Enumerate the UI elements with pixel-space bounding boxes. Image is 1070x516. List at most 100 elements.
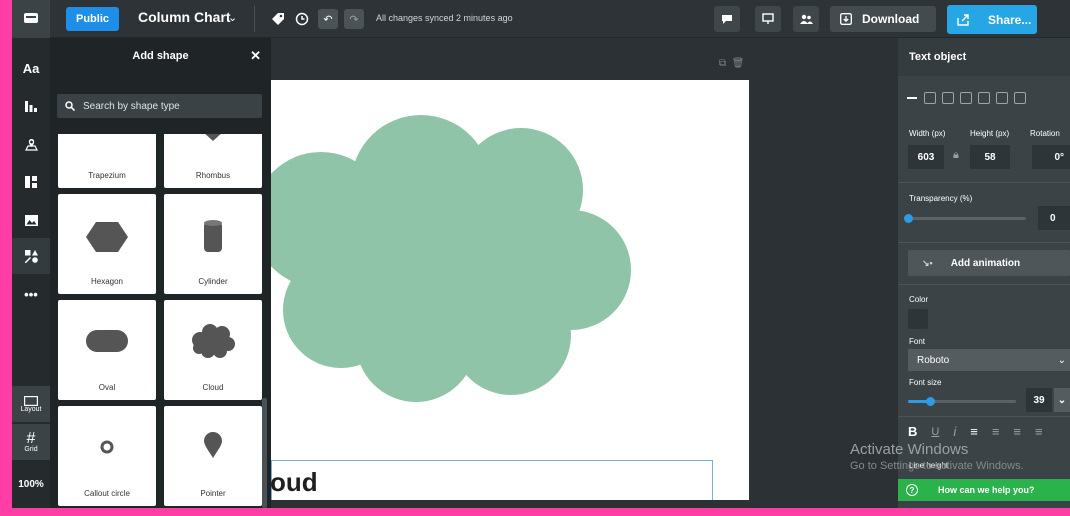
more-tools[interactable]: ••• bbox=[12, 276, 50, 312]
lock-icon[interactable]: 🔒︎ bbox=[953, 149, 959, 162]
search-placeholder: Search by shape type bbox=[83, 100, 180, 112]
comment-icon[interactable] bbox=[714, 6, 740, 32]
grid-toggle[interactable]: # Grid bbox=[12, 424, 50, 460]
align-right-icon[interactable] bbox=[960, 92, 972, 104]
history-icon[interactable] bbox=[292, 9, 312, 29]
divider bbox=[898, 182, 1070, 183]
trash-icon[interactable]: 🗑 bbox=[732, 58, 745, 69]
text-format-toolbar: B U i ≡ ≡ ≡ ≡ bbox=[908, 424, 1043, 439]
text-align-center-icon[interactable]: ≡ bbox=[992, 424, 1000, 439]
animation-icon: ↘• bbox=[922, 257, 933, 268]
text-align-right-icon[interactable]: ≡ bbox=[1013, 424, 1021, 439]
color-swatch[interactable] bbox=[908, 309, 928, 329]
app-window: Public Column Chart ⌄ ↶ ↷ All changes sy… bbox=[12, 0, 1070, 508]
rotation-field[interactable]: 0° bbox=[1032, 145, 1070, 169]
shape-label: Trapezium bbox=[88, 171, 126, 180]
shapes-tool[interactable] bbox=[12, 238, 50, 274]
shape-card-cloud[interactable]: Cloud bbox=[164, 300, 262, 400]
tag-icon[interactable] bbox=[268, 9, 288, 29]
text-align-left-icon[interactable]: ≡ bbox=[970, 424, 978, 439]
more-icon: ••• bbox=[24, 286, 38, 302]
present-icon[interactable] bbox=[755, 6, 781, 32]
font-label: Font bbox=[909, 337, 926, 346]
slider-knob[interactable] bbox=[904, 214, 913, 223]
text-justify-icon[interactable]: ≡ bbox=[1035, 424, 1043, 439]
share-icon bbox=[957, 13, 969, 26]
italic-icon[interactable]: i bbox=[953, 424, 956, 439]
duplicate-icon[interactable]: ⧉ bbox=[719, 58, 726, 69]
sync-status: All changes synced 2 minutes ago bbox=[376, 13, 513, 23]
shape-card-hexagon[interactable]: Hexagon bbox=[58, 194, 156, 294]
grid-toggle-label: Grid bbox=[24, 445, 38, 453]
panel-scrollbar[interactable] bbox=[262, 398, 267, 508]
public-button[interactable]: Public bbox=[66, 7, 120, 31]
font-size-label: Font size bbox=[909, 378, 942, 387]
collaborators-icon[interactable] bbox=[793, 6, 819, 32]
chart-tool[interactable] bbox=[12, 88, 50, 124]
font-size-slider[interactable] bbox=[908, 397, 1016, 406]
layout-toggle[interactable]: Layout bbox=[12, 386, 50, 422]
close-icon[interactable]: ✕ bbox=[250, 48, 261, 64]
height-field[interactable]: 58 bbox=[970, 145, 1010, 169]
slider-knob[interactable] bbox=[926, 397, 935, 406]
design-canvas[interactable]: oud bbox=[271, 80, 749, 500]
map-tool[interactable] bbox=[12, 126, 50, 162]
help-button[interactable]: ? How can we help you? bbox=[898, 479, 1070, 501]
shape-grid: Trapezium Rhombus Hexagon Cylinder Oval bbox=[50, 134, 271, 508]
width-field[interactable]: 603 bbox=[908, 145, 944, 169]
width-label: Width (px) bbox=[909, 129, 946, 138]
cloud-shape[interactable] bbox=[271, 80, 749, 500]
height-label: Height (px) bbox=[970, 129, 1010, 138]
text-tool[interactable]: Aa bbox=[12, 50, 50, 86]
align-bottom-icon[interactable] bbox=[1014, 92, 1026, 104]
zoom-level[interactable]: 100% bbox=[12, 466, 50, 502]
undo-icon[interactable]: ↶ bbox=[318, 9, 338, 29]
redo-icon[interactable]: ↷ bbox=[344, 9, 364, 29]
shape-card-callout-circle[interactable]: Callout circle bbox=[58, 406, 156, 506]
image-tool[interactable] bbox=[12, 202, 50, 238]
canvas-tools: ⧉ 🗑 bbox=[719, 58, 744, 69]
shape-card-oval[interactable]: Oval bbox=[58, 300, 156, 400]
activation-watermark-subtitle: Go to Settings to activate Windows. bbox=[850, 460, 1024, 472]
font-value: Roboto bbox=[917, 354, 950, 366]
font-size-field[interactable]: 39 bbox=[1026, 388, 1052, 412]
align-center-icon[interactable] bbox=[942, 92, 954, 104]
layers-icon[interactable] bbox=[906, 92, 918, 104]
font-select[interactable]: Roboto ⌄ bbox=[908, 349, 1070, 371]
chat-menu-icon[interactable] bbox=[12, 0, 50, 38]
shape-search-input[interactable]: Search by shape type bbox=[57, 94, 262, 118]
help-icon: ? bbox=[906, 484, 918, 496]
divider bbox=[898, 242, 1070, 243]
shape-card-pointer[interactable]: Pointer bbox=[164, 406, 262, 506]
shape-label: Pointer bbox=[200, 489, 226, 498]
layout-toggle-label: Layout bbox=[20, 405, 42, 413]
project-title[interactable]: Column Chart bbox=[138, 9, 231, 25]
align-middle-icon[interactable] bbox=[996, 92, 1008, 104]
chart-icon bbox=[25, 101, 37, 112]
align-left-icon[interactable] bbox=[924, 92, 936, 104]
layout-tool[interactable] bbox=[12, 164, 50, 200]
text-object[interactable]: oud bbox=[271, 460, 713, 500]
align-top-icon[interactable] bbox=[978, 92, 990, 104]
grid-icon: # bbox=[26, 429, 36, 447]
chevron-down-icon: ⌄ bbox=[1057, 354, 1066, 366]
underline-icon[interactable]: U bbox=[931, 426, 939, 438]
shape-card-rhombus[interactable]: Rhombus bbox=[164, 134, 262, 188]
shape-label: Hexagon bbox=[90, 277, 124, 286]
shape-label: Callout circle bbox=[84, 489, 130, 498]
add-animation-label: Add animation bbox=[950, 257, 1021, 269]
download-button[interactable]: Download bbox=[830, 6, 936, 32]
top-bar: Public Column Chart ⌄ ↶ ↷ All changes sy… bbox=[12, 0, 1070, 38]
chevron-down-icon: ⌄ bbox=[1057, 394, 1067, 406]
chevron-down-icon[interactable]: ⌄ bbox=[228, 11, 237, 24]
share-button[interactable]: Share... bbox=[947, 5, 1037, 34]
download-label: Download bbox=[862, 12, 920, 26]
add-animation-button[interactable]: ↘• Add animation bbox=[908, 250, 1070, 276]
transparency-field[interactable]: 0 bbox=[1038, 206, 1070, 230]
bold-icon[interactable]: B bbox=[908, 424, 917, 439]
shape-card-trapezium[interactable]: Trapezium bbox=[58, 134, 156, 188]
shape-card-cylinder[interactable]: Cylinder bbox=[164, 194, 262, 294]
help-label: How can we help you? bbox=[938, 485, 1035, 495]
transparency-slider[interactable] bbox=[904, 214, 1026, 223]
font-size-dropdown[interactable]: ⌄ bbox=[1054, 388, 1070, 412]
